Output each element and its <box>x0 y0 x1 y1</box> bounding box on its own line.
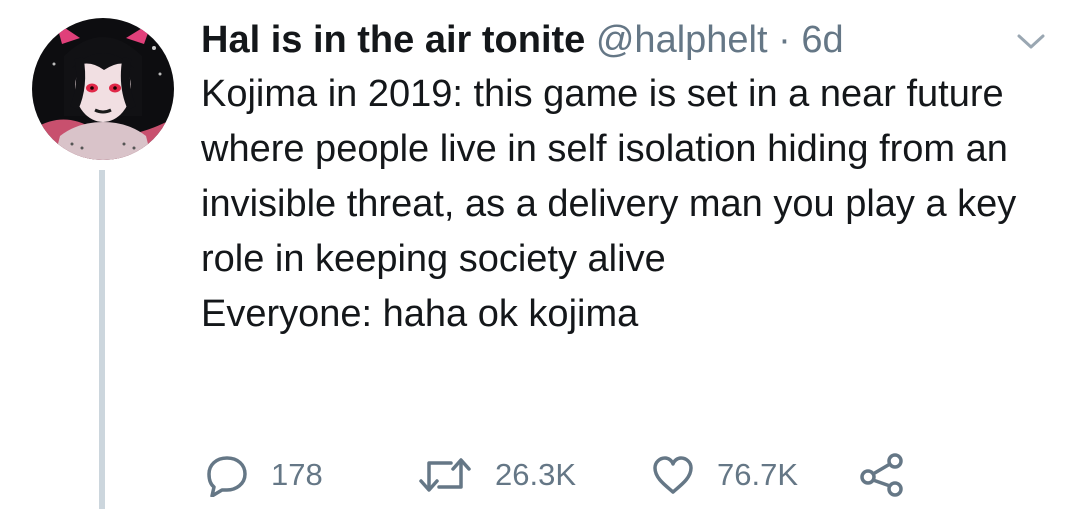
like-button[interactable]: 76.7K <box>651 450 798 500</box>
user-handle[interactable]: @halphelt <box>596 19 768 61</box>
heart-icon <box>653 456 693 494</box>
share-icon <box>860 453 903 497</box>
tweet-text-line: Kojima in 2019: this game is set in a ne… <box>201 73 1017 280</box>
tweet-text: Kojima in 2019: this game is set in a ne… <box>201 67 1041 342</box>
tweet-text-line: Everyone: haha ok kojima <box>201 293 639 335</box>
chevron-down-icon[interactable] <box>1016 32 1046 52</box>
retweet-icon <box>419 458 471 492</box>
retweet-count: 26.3K <box>495 457 577 492</box>
timestamp[interactable]: 6d <box>801 19 843 61</box>
display-name[interactable]: Hal is in the air tonite <box>201 19 585 61</box>
tweet-header: Hal is in the air tonite @halphelt · 6d <box>201 16 844 64</box>
thread-line <box>99 170 105 509</box>
reply-icon <box>207 456 247 497</box>
retweet-button[interactable]: 26.3K <box>417 450 576 500</box>
separator-dot: · <box>778 19 791 61</box>
reply-count: 178 <box>271 457 323 492</box>
like-count: 76.7K <box>717 457 799 492</box>
reply-button[interactable]: 178 <box>205 450 323 500</box>
avatar[interactable] <box>32 18 174 160</box>
avatar-image <box>32 18 174 160</box>
share-button[interactable] <box>858 450 906 500</box>
